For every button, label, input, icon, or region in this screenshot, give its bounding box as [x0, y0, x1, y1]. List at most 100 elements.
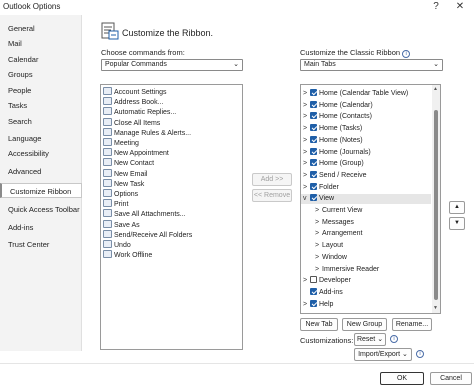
- chevron-right-icon[interactable]: >: [315, 218, 322, 228]
- ribbon-tabs-select[interactable]: Main Tabs ⌄: [300, 59, 443, 71]
- tree-subitem[interactable]: > Layout: [301, 241, 431, 251]
- chevron-right-icon[interactable]: >: [303, 124, 310, 134]
- new-group-button[interactable]: New Group: [342, 318, 387, 331]
- checkbox[interactable]: [310, 100, 317, 108]
- cancel-button[interactable]: Cancel: [430, 372, 472, 385]
- info-icon[interactable]: i: [402, 50, 411, 58]
- chevron-right-icon[interactable]: >: [303, 300, 310, 310]
- sidebar-item[interactable]: Mail: [0, 36, 82, 51]
- close-icon[interactable]: ✕: [452, 0, 468, 14]
- choose-commands-select[interactable]: Popular Commands ⌄: [101, 59, 243, 71]
- ok-button[interactable]: OK: [380, 372, 424, 385]
- checkbox[interactable]: [310, 276, 317, 284]
- checkbox[interactable]: [310, 89, 317, 96]
- chevron-right-icon[interactable]: >: [303, 276, 310, 286]
- info-icon[interactable]: i: [416, 350, 424, 358]
- sidebar-item[interactable]: Accessibility: [0, 146, 82, 161]
- info-icon[interactable]: i: [390, 335, 398, 343]
- ribbon-tabs-tree[interactable]: > Home (Calendar Table View) > Home (Calend…: [300, 84, 441, 314]
- list-item[interactable]: Save All Attachments...: [103, 209, 186, 219]
- sidebar-item[interactable]: People: [0, 83, 82, 98]
- list-item[interactable]: Undo: [103, 240, 131, 250]
- sidebar-item[interactable]: Trust Center: [0, 237, 82, 252]
- list-item[interactable]: Save As: [103, 219, 140, 230]
- list-item[interactable]: Address Book...: [103, 97, 163, 107]
- tree-subitem[interactable]: > Immersive Reader: [301, 265, 431, 275]
- list-item[interactable]: Print: [103, 199, 128, 209]
- scrollbar[interactable]: ▲ ▼: [432, 85, 440, 313]
- tree-item[interactable]: > Home (Calendar): [301, 100, 431, 111]
- tree-subitem[interactable]: > Window: [301, 253, 431, 263]
- checkbox[interactable]: [310, 287, 317, 295]
- reset-button[interactable]: Reset ⌄: [354, 333, 386, 346]
- tree-item[interactable]: v View: [301, 194, 431, 205]
- sidebar-item[interactable]: Calendar: [0, 52, 82, 67]
- list-item[interactable]: Automatic Replies...: [103, 107, 176, 117]
- sidebar-item[interactable]: Customize Ribbon: [0, 183, 82, 198]
- list-item[interactable]: Account Settings: [103, 87, 167, 97]
- commands-listbox[interactable]: Account Settings Address Book... Automatic…: [100, 84, 243, 350]
- chevron-right-icon[interactable]: >: [303, 148, 310, 158]
- tree-item[interactable]: > Send / Receive: [301, 170, 431, 181]
- checkbox[interactable]: [310, 182, 317, 190]
- list-item[interactable]: Meeting: [103, 138, 139, 148]
- add-button[interactable]: Add >>: [252, 173, 292, 186]
- list-item[interactable]: New Email: [103, 168, 147, 179]
- tree-item[interactable]: > Home (Journals): [301, 147, 431, 158]
- tree-item[interactable]: > Home (Notes): [301, 135, 431, 146]
- scroll-up-icon[interactable]: ▲: [433, 86, 438, 92]
- rename-button[interactable]: Rename...: [392, 318, 432, 331]
- tree-subitem[interactable]: > Messages: [301, 218, 431, 228]
- chevron-right-icon[interactable]: >: [303, 101, 310, 111]
- checkbox[interactable]: [310, 299, 317, 307]
- import-export-button[interactable]: Import/Export ⌄: [354, 348, 412, 361]
- list-item[interactable]: Options: [103, 189, 138, 199]
- chevron-right-icon[interactable]: >: [315, 229, 322, 239]
- chevron-down-icon[interactable]: v: [303, 194, 310, 204]
- checkbox[interactable]: [310, 112, 317, 120]
- remove-button[interactable]: << Remove: [252, 189, 292, 202]
- sidebar-item[interactable]: Search: [0, 114, 82, 129]
- tree-item[interactable]: > Home (Group): [301, 159, 431, 169]
- checkbox[interactable]: [310, 159, 317, 167]
- tree-item[interactable]: > Home (Calendar Table View): [301, 89, 431, 99]
- sidebar-item[interactable]: Advanced: [0, 164, 82, 179]
- list-item[interactable]: New Task: [103, 178, 144, 189]
- sidebar-item[interactable]: General: [0, 21, 82, 36]
- chevron-right-icon[interactable]: >: [315, 241, 322, 251]
- list-item[interactable]: New Appointment: [103, 148, 169, 158]
- list-item[interactable]: New Contact: [103, 158, 154, 168]
- list-item[interactable]: Manage Rules & Alerts...: [103, 127, 191, 138]
- tree-item[interactable]: > Folder: [301, 182, 431, 193]
- checkbox[interactable]: [310, 124, 317, 132]
- tree-item[interactable]: Add-ins: [301, 287, 431, 298]
- chevron-right-icon[interactable]: >: [303, 159, 310, 169]
- scrollbar-thumb[interactable]: [434, 110, 438, 300]
- list-item[interactable]: Send/Receive All Folders: [103, 229, 192, 240]
- chevron-right-icon[interactable]: >: [303, 136, 310, 146]
- scroll-down-icon[interactable]: ▼: [433, 305, 438, 311]
- tree-item[interactable]: > Home (Contacts): [301, 112, 431, 122]
- chevron-right-icon[interactable]: >: [315, 253, 322, 263]
- sidebar-item[interactable]: Tasks: [0, 98, 82, 113]
- list-item[interactable]: Work Offline: [103, 250, 152, 260]
- tree-subitem[interactable]: > Arrangement: [301, 229, 431, 239]
- chevron-right-icon[interactable]: >: [315, 206, 322, 216]
- list-item[interactable]: Close All Items: [103, 117, 160, 128]
- chevron-right-icon[interactable]: >: [303, 183, 310, 193]
- chevron-right-icon[interactable]: >: [303, 89, 310, 99]
- checkbox[interactable]: [310, 147, 317, 155]
- checkbox[interactable]: [310, 135, 317, 143]
- tree-item[interactable]: > Help: [301, 299, 431, 310]
- sidebar-item[interactable]: Add-ins: [0, 220, 82, 235]
- move-down-button[interactable]: ▼: [449, 217, 465, 230]
- checkbox[interactable]: [310, 170, 317, 178]
- tree-subitem[interactable]: > Current View: [301, 206, 431, 216]
- chevron-right-icon[interactable]: >: [303, 112, 310, 122]
- sidebar-item[interactable]: Quick Access Toolbar: [0, 202, 82, 217]
- sidebar-item[interactable]: Language: [0, 131, 82, 146]
- move-up-button[interactable]: ▲: [449, 201, 465, 214]
- checkbox[interactable]: [310, 194, 317, 202]
- chevron-right-icon[interactable]: >: [315, 265, 322, 275]
- tree-item[interactable]: > Home (Tasks): [301, 124, 431, 134]
